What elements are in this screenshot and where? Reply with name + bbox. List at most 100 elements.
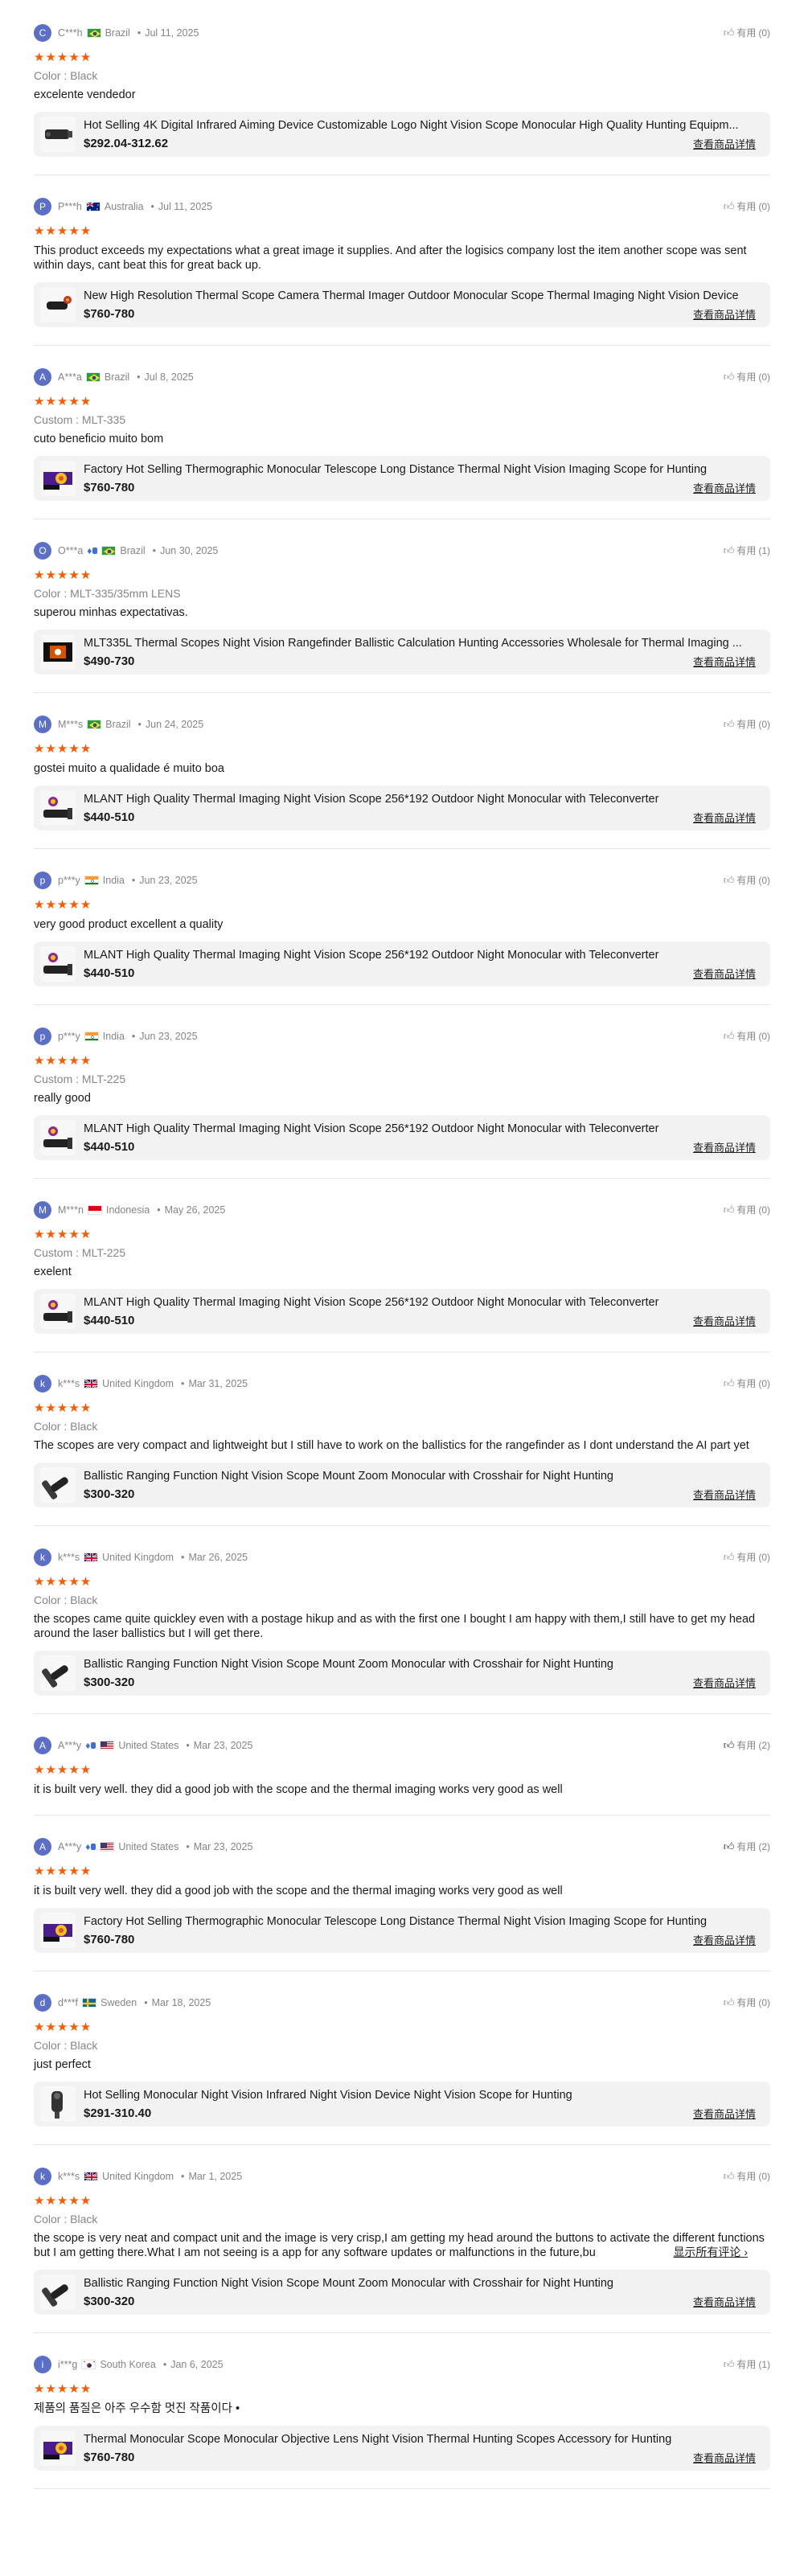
review-card-7: p p***y India • Jun 23, 2025 👍︎ 有用 (0) ★… [34, 1028, 770, 1179]
review-header: k k***s United Kingdom • Mar 31, 2025 [34, 1375, 770, 1393]
product-card[interactable]: Thermal Monocular Scope Monocular Object… [34, 2426, 770, 2471]
avatar: A [34, 368, 51, 386]
view-product-link[interactable]: 查看商品详情 [693, 2106, 756, 2121]
helpful-count: (0) [758, 27, 770, 39]
separator-dot: • [181, 1552, 185, 1563]
thumbs-up-icon: 👍︎ [723, 1738, 735, 1751]
thumbs-up-icon: 👍︎ [723, 873, 735, 886]
review-card-9: k k***s United Kingdom • Mar 31, 2025 👍︎… [34, 1375, 770, 1526]
product-title: Factory Hot Selling Thermographic Monocu… [84, 1914, 708, 1928]
view-product-link[interactable]: 查看商品详情 [693, 1139, 756, 1155]
flag-id-icon [87, 1205, 102, 1215]
view-product-link[interactable]: 查看商品详情 [693, 2294, 756, 2309]
reviewer-name: p***y [58, 875, 80, 886]
product-card[interactable]: Hot Selling Monocular Night Vision Infra… [34, 2082, 770, 2127]
reviewer-country: United Kingdom [102, 2171, 174, 2182]
view-product-link[interactable]: 查看商品详情 [693, 2450, 756, 2465]
product-info: Factory Hot Selling Thermographic Monocu… [84, 463, 762, 494]
flag-gb-icon [84, 1553, 99, 1562]
product-card[interactable]: Factory Hot Selling Thermographic Monocu… [34, 1908, 770, 1953]
star-rating: ★★★★★ [34, 224, 92, 238]
thermal-monocular-thumbnail [40, 2430, 76, 2466]
reviewer-name: p***y [58, 1031, 80, 1042]
helpful-count: (0) [758, 874, 770, 886]
product-price: $760-780 [84, 306, 135, 321]
helpful-button[interactable]: 👍︎ 有用 (0) [724, 1376, 770, 1390]
helpful-button[interactable]: 👍︎ 有用 (0) [724, 1996, 770, 2009]
thumbs-up-icon: 👍︎ [723, 370, 735, 383]
mlant-scope-thumbnail [40, 1120, 76, 1155]
reviewer-country: India [102, 875, 125, 886]
view-product-link[interactable]: 查看商品详情 [693, 1675, 756, 1690]
helpful-button[interactable]: 👍︎ 有用 (0) [724, 1203, 770, 1216]
reviewer-country: United States [118, 1740, 179, 1751]
review-text: it is built very well. they did a good j… [34, 1783, 563, 1796]
thermal-scope-thumbnail [40, 287, 76, 322]
review-text: it is built very well. they did a good j… [34, 1885, 563, 1897]
product-card[interactable]: Ballistic Ranging Function Night Vision … [34, 2270, 770, 2315]
helpful-button[interactable]: 👍︎ 有用 (0) [724, 717, 770, 731]
helpful-button[interactable]: 👍︎ 有用 (0) [724, 370, 770, 384]
show-all-reviews-link[interactable]: 显示所有评论 › [670, 2244, 748, 2260]
product-card[interactable]: Hot Selling 4K Digital Infrared Aiming D… [34, 112, 770, 157]
product-title: MLANT High Quality Thermal Imaging Night… [84, 1295, 659, 1309]
view-product-link[interactable]: 查看商品详情 [693, 810, 756, 825]
product-card[interactable]: MLANT High Quality Thermal Imaging Night… [34, 1289, 770, 1334]
reviewer-name: k***s [58, 2171, 80, 2182]
view-product-link[interactable]: 查看商品详情 [693, 1313, 756, 1328]
review-variant: Color : Black [34, 1594, 98, 1606]
avatar: A [34, 1737, 51, 1754]
avatar: p [34, 872, 51, 889]
view-product-link[interactable]: 查看商品详情 [693, 1487, 756, 1502]
view-product-link[interactable]: 查看商品详情 [693, 654, 756, 669]
review-date: Jul 8, 2025 [144, 371, 194, 383]
helpful-button[interactable]: 👍︎ 有用 (0) [724, 873, 770, 887]
view-product-link[interactable]: 查看商品详情 [693, 306, 756, 322]
flag-br-icon [87, 720, 102, 729]
night-vision-device-thumbnail [40, 2086, 76, 2122]
product-card[interactable]: Ballistic Ranging Function Night Vision … [34, 1651, 770, 1696]
helpful-button[interactable]: 👍︎ 有用 (2) [724, 1738, 770, 1752]
helpful-button[interactable]: 👍︎ 有用 (1) [724, 2357, 770, 2371]
thumbs-up-icon: 👍︎ [723, 1376, 735, 1389]
product-card[interactable]: MLT335L Thermal Scopes Night Vision Rang… [34, 630, 770, 675]
product-card[interactable]: MLANT High Quality Thermal Imaging Night… [34, 1115, 770, 1160]
product-info: MLANT High Quality Thermal Imaging Night… [84, 949, 762, 980]
view-product-link[interactable]: 查看商品详情 [693, 966, 756, 981]
helpful-label: 有用 [736, 1378, 757, 1389]
product-price: $291-310.40 [84, 2106, 152, 2120]
review-text-wrap: the scopes came quite quickley even with… [34, 1612, 770, 1641]
reviewer-name: i***g [58, 2359, 78, 2370]
review-header: M M***s Brazil • Jun 24, 2025 [34, 716, 770, 733]
helpful-button[interactable]: 👍︎ 有用 (0) [724, 199, 770, 213]
review-date: Jul 11, 2025 [158, 201, 213, 212]
product-card[interactable]: Factory Hot Selling Thermographic Monocu… [34, 456, 770, 501]
product-price: $292.04-312.62 [84, 136, 169, 150]
helpful-button[interactable]: 👍︎ 有用 (2) [724, 1840, 770, 1853]
view-product-link[interactable]: 查看商品详情 [693, 136, 756, 151]
helpful-button[interactable]: 👍︎ 有用 (0) [724, 1550, 770, 1564]
review-date: Mar 23, 2025 [193, 1740, 253, 1751]
review-card-10: k k***s United Kingdom • Mar 26, 2025 👍︎… [34, 1548, 770, 1714]
separator-dot: • [144, 1997, 148, 2008]
reviewer-name: P***h [58, 201, 82, 212]
reviewer-name: d***f [58, 1997, 79, 2008]
thumbs-up-icon: 👍︎ [723, 1203, 735, 1216]
product-card[interactable]: New High Resolution Thermal Scope Camera… [34, 282, 770, 327]
view-product-link[interactable]: 查看商品详情 [693, 480, 756, 495]
product-card[interactable]: MLANT High Quality Thermal Imaging Night… [34, 941, 770, 987]
product-title: Ballistic Ranging Function Night Vision … [84, 2276, 613, 2290]
helpful-label: 有用 [736, 545, 757, 556]
product-card[interactable]: Ballistic Ranging Function Night Vision … [34, 1462, 770, 1507]
night-vision-scope-thumbnail [40, 117, 76, 152]
review-text-wrap: really good [34, 1091, 770, 1105]
helpful-button[interactable]: 👍︎ 有用 (0) [724, 2169, 770, 2183]
helpful-button[interactable]: 👍︎ 有用 (0) [724, 1029, 770, 1043]
helpful-button[interactable]: 👍︎ 有用 (1) [724, 544, 770, 557]
separator-dot: • [131, 1031, 136, 1042]
avatar: p [34, 1028, 51, 1045]
helpful-button[interactable]: 👍︎ 有用 (0) [724, 26, 770, 39]
product-card[interactable]: MLANT High Quality Thermal Imaging Night… [34, 786, 770, 831]
view-product-link[interactable]: 查看商品详情 [693, 1932, 756, 1947]
ballistic-scope-thumbnail [40, 1655, 76, 1691]
